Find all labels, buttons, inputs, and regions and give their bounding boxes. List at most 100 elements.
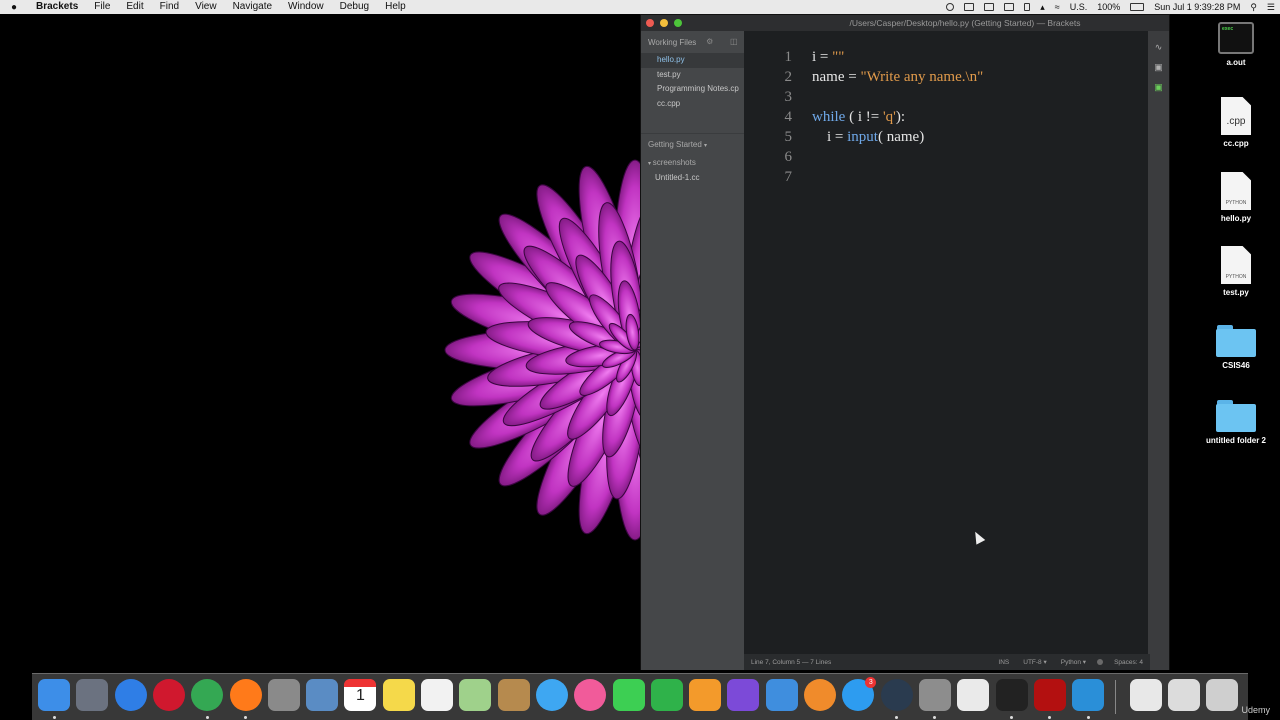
running-indicator [1048,716,1052,719]
code-line[interactable]: 3 [744,87,1150,107]
dock-brackets-icon[interactable] [1072,679,1105,711]
menu-file[interactable]: File [86,0,118,14]
dock-app-store-icon[interactable]: 3 [842,677,877,711]
spotlight-icon[interactable]: ⚲ [1245,0,1262,14]
input-source[interactable]: U.S. [1065,0,1093,14]
code-line[interactable]: 7 [744,167,1150,187]
desktop-icon-hello-py[interactable]: PYTHON hello.py [1196,172,1276,223]
dock-textedit-icon[interactable] [957,679,990,711]
dock-quicktime-icon[interactable] [880,679,913,711]
desktop-icon-test-py[interactable]: PYTHON test.py [1196,246,1276,297]
menu-edit[interactable]: Edit [118,0,151,14]
lint-icon[interactable]: ▣ [1153,83,1164,92]
language-select[interactable]: Python ▾ [1054,658,1093,666]
dock-reminders-icon[interactable] [421,679,453,711]
record-icon[interactable] [946,3,955,11]
dock-facetime-icon[interactable] [612,679,645,711]
working-file-programming-notes[interactable]: Programming Notes.cp [641,82,744,97]
battery-icon[interactable] [1130,3,1145,11]
dock-preview-icon[interactable] [306,679,339,711]
menu-window[interactable]: Window [280,0,332,14]
dock-finder-icon[interactable] [38,679,70,711]
title-bar[interactable]: /Users/Casper/Desktop/hello.py (Getting … [641,15,1169,31]
dock-firefox-icon[interactable] [229,679,262,711]
dock-chrome-icon[interactable] [191,679,224,711]
code-line[interactable]: 2 name = "Write any name.\n" [744,67,1150,87]
code-token: ): [895,109,906,125]
dropbox-icon[interactable] [964,3,975,11]
line-number: 6 [784,149,793,165]
volume-icon[interactable]: ▴ [1035,0,1050,14]
code-token: name = [812,69,861,85]
working-file-test-py[interactable]: test.py [641,68,744,83]
dock-messages-icon[interactable] [535,679,568,711]
indent-setting[interactable]: Spaces: 4 [1107,659,1150,666]
line-number: 7 [784,169,793,185]
dock-imovie-icon[interactable] [727,679,760,711]
dock-system-preferences-icon[interactable] [918,679,951,711]
dock-trash-icon[interactable] [1206,679,1238,711]
dock-contacts-icon[interactable] [497,679,530,711]
line-number: 5 [784,129,793,145]
gear-icon[interactable]: ⚙ [706,38,714,46]
code-line[interactable]: 4 while ( i != 'q'): [744,107,1150,127]
desktop-icon-cc-cpp[interactable]: .cpp cc.cpp [1196,97,1276,148]
split-view-icon[interactable]: ◫ [730,38,738,46]
menu-debug[interactable]: Debug [332,0,377,14]
dock-numbers-icon[interactable] [650,679,683,711]
code-line[interactable]: 1 i = "" [744,47,1150,67]
extension-manager-icon[interactable]: ▣ [1153,63,1164,72]
battery-percent[interactable]: 100% [1092,0,1125,14]
tree-file-untitled[interactable]: Untitled-1.cc [641,170,744,185]
desktop-icon-a-out[interactable]: exec a.out [1196,22,1276,67]
exec-glyph: exec [1222,26,1234,32]
right-toolbar: ∿ ▣ ▣ [1148,31,1169,670]
udemy-watermark: Udemy [1241,705,1270,715]
dock-calculator-icon[interactable] [267,679,300,711]
dock-documents-stack-icon[interactable] [1130,679,1162,711]
desktop-icon-untitled-folder-2[interactable]: untitled folder 2 [1196,400,1276,445]
insert-mode[interactable]: INS [991,659,1016,666]
menu-app-brackets[interactable]: Brackets [28,0,86,14]
dock-keynote-icon[interactable] [765,679,798,711]
dock-opera-icon[interactable] [152,679,185,711]
wifi-icon[interactable]: ≈ [1050,0,1065,14]
menu-find[interactable]: Find [152,0,187,14]
notification-center-icon[interactable]: ☰ [1262,0,1280,14]
desktop-icon-csis46[interactable]: CSIS46 [1196,325,1276,370]
dock-maps-icon[interactable] [459,679,492,711]
desktop-icon-label: test.py [1223,288,1249,297]
line-number: 3 [784,89,793,105]
live-preview-icon[interactable]: ∿ [1153,43,1164,52]
dock-notes-icon[interactable] [382,679,415,711]
apple-menu-icon[interactable]: ● [0,2,28,13]
dock-acrobat-icon[interactable] [1033,679,1066,711]
working-file-cc-cpp[interactable]: cc.cpp [641,97,744,112]
dock-pages-icon[interactable] [689,679,722,711]
tree-folder-screenshots[interactable]: ▾ screenshots [641,155,744,170]
screen-icon[interactable] [984,3,995,11]
airplay-icon[interactable] [1004,3,1015,11]
working-file-hello-py[interactable]: hello.py [641,53,744,68]
dock-terminal-icon[interactable] [995,679,1028,711]
chevron-down-icon: ▾ [704,143,708,149]
encoding-select[interactable]: UTF-8 ▾ [1016,658,1054,666]
code-line[interactable]: 6 [744,147,1150,167]
dock-itunes-icon[interactable] [574,679,607,711]
clock[interactable]: Sun Jul 1 9:39:28 PM [1149,0,1245,14]
bluetooth-icon[interactable] [1024,3,1031,11]
menu-help[interactable]: Help [377,0,414,14]
dock-downloads-stack-icon[interactable] [1168,679,1200,711]
project-dropdown[interactable]: Getting Started ▾ [641,133,744,155]
menu-view[interactable]: View [187,0,225,14]
code-editor[interactable]: 1 i = "" 2 name = "Write any name.\n" 3 4 whil… [744,31,1150,654]
code-line[interactable]: 5 i = input( name) [744,127,1150,147]
line-number: 1 [784,49,793,65]
menu-navigate[interactable]: Navigate [225,0,280,14]
dock-safari-icon[interactable] [114,679,147,711]
dock-launchpad-icon[interactable] [76,679,109,711]
dock-ibooks-icon[interactable] [804,679,836,711]
linter-status-icon[interactable] [1097,659,1104,665]
dock-calendar-icon[interactable]: 1 [344,679,377,711]
